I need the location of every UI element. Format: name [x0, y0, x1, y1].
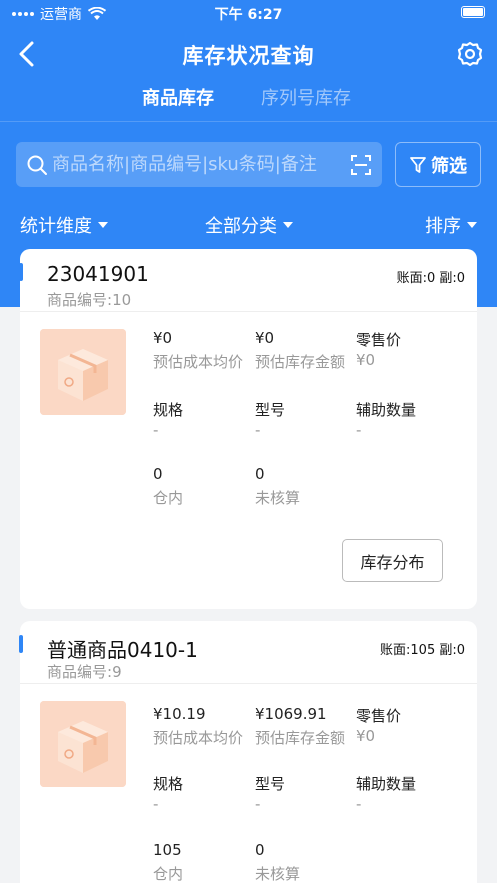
model-cell: 型号 - — [255, 773, 285, 813]
stock-amount-value: ¥1069.91 — [255, 705, 327, 723]
product-name: 普通商品0410-1 — [47, 638, 198, 662]
model-value: - — [255, 795, 261, 813]
spec-label: 规格 — [153, 775, 184, 793]
tab-product-stock[interactable]: 商品库存 — [142, 84, 214, 110]
stock-amount-cell: ¥0 预估库存金额 — [255, 329, 345, 372]
ledger-qty: 账面:105 副:0 — [380, 643, 465, 658]
aux-qty-label: 辅助数量 — [356, 401, 417, 419]
stock-amount-value: ¥0 — [255, 329, 275, 347]
sort-label: 排序 — [425, 216, 461, 237]
filter-label: 筛选 — [431, 155, 467, 177]
in-warehouse-cell: 105 仓内 — [153, 841, 183, 883]
status-time: 下午 6:27 — [214, 7, 283, 23]
header-divider — [0, 121, 497, 122]
product-box-icon — [40, 701, 126, 787]
caret-down-icon — [98, 222, 108, 228]
retail-price-label: 零售价 — [356, 331, 402, 349]
unaccounted-label: 未核算 — [255, 489, 301, 507]
avg-cost-label: 预估成本均价 — [153, 729, 244, 747]
avg-cost-cell: ¥0 预估成本均价 — [153, 329, 243, 372]
in-warehouse-value: 105 — [153, 841, 182, 859]
product-code-value: 9 — [112, 663, 122, 681]
product-code-value: 10 — [112, 291, 132, 309]
scan-icon[interactable] — [350, 154, 372, 176]
model-value: - — [255, 421, 261, 439]
page-title: 库存状况查询 — [182, 44, 315, 68]
search-box[interactable] — [16, 142, 382, 187]
unaccounted-label: 未核算 — [255, 865, 301, 883]
in-warehouse-label: 仓内 — [153, 489, 184, 507]
ledger-qty: 账面:0 副:0 — [396, 271, 465, 286]
status-bar: 运营商 下午 6:27 — [0, 0, 497, 26]
in-warehouse-label: 仓内 — [153, 865, 184, 883]
aux-qty-cell: 辅助数量 - — [356, 399, 416, 439]
tab-serial-stock[interactable]: 序列号库存 — [261, 84, 351, 110]
card-accent-bar — [19, 635, 23, 653]
retail-price-value: ¥0 — [356, 727, 376, 745]
sort-dropdown[interactable]: 排序 — [425, 212, 477, 238]
avg-cost-cell: ¥10.19 预估成本均价 — [153, 705, 243, 748]
stats-dimension-dropdown[interactable]: 统计维度 — [20, 212, 108, 238]
avg-cost-value: ¥0 — [153, 329, 173, 347]
stock-distribution-button[interactable]: 库存分布 — [342, 539, 443, 582]
card-divider — [20, 311, 477, 312]
filter-icon — [410, 156, 426, 173]
spec-value: - — [153, 795, 159, 813]
spec-cell: 规格 - — [153, 773, 183, 813]
aux-qty-value: - — [356, 421, 362, 439]
avg-cost-value: ¥10.19 — [153, 705, 206, 723]
stock-amount-cell: ¥1069.91 预估库存金额 — [255, 705, 345, 748]
caret-down-icon — [467, 222, 477, 228]
model-label: 型号 — [255, 775, 286, 793]
category-label: 全部分类 — [205, 216, 277, 237]
product-code-label: 商品编号: — [47, 663, 113, 681]
nav-bar: 库存状况查询 — [0, 32, 497, 76]
card-divider — [20, 683, 477, 684]
product-code: 商品编号:10 — [47, 289, 131, 310]
unaccounted-cell: 0 未核算 — [255, 465, 300, 508]
search-input[interactable] — [52, 142, 342, 187]
caret-down-icon — [283, 222, 293, 228]
unaccounted-cell: 0 未核算 — [255, 841, 300, 883]
search-icon — [27, 155, 47, 175]
category-dropdown[interactable]: 全部分类 — [205, 212, 293, 238]
dimension-row: 统计维度 全部分类 排序 — [0, 212, 497, 238]
spec-cell: 规格 - — [153, 399, 183, 439]
gear-icon[interactable] — [455, 39, 485, 69]
stock-amount-label: 预估库存金额 — [255, 729, 346, 747]
battery-icon — [461, 6, 485, 18]
in-warehouse-cell: 0 仓内 — [153, 465, 183, 508]
avg-cost-label: 预估成本均价 — [153, 353, 244, 371]
stock-amount-label: 预估库存金额 — [255, 353, 346, 371]
filter-button[interactable]: 筛选 — [395, 142, 481, 187]
unaccounted-value: 0 — [255, 465, 265, 483]
card-accent-bar — [19, 263, 23, 281]
aux-qty-value: - — [356, 795, 362, 813]
product-box-icon — [40, 329, 126, 415]
aux-qty-label: 辅助数量 — [356, 775, 417, 793]
model-cell: 型号 - — [255, 399, 285, 439]
in-warehouse-value: 0 — [153, 465, 163, 483]
product-code: 商品编号:9 — [47, 661, 122, 682]
product-code-label: 商品编号: — [47, 291, 113, 309]
aux-qty-cell: 辅助数量 - — [356, 773, 416, 813]
tab-bar: 商品库存 序列号库存 — [0, 84, 497, 114]
retail-price-label: 零售价 — [356, 707, 402, 725]
product-card[interactable]: 普通商品0410-1 账面:105 副:0 商品编号:9 ¥10.19 预估成本均… — [19, 621, 477, 883]
model-label: 型号 — [255, 401, 286, 419]
spec-value: - — [153, 421, 159, 439]
spec-label: 规格 — [153, 401, 184, 419]
unaccounted-value: 0 — [255, 841, 265, 859]
stats-dimension-label: 统计维度 — [20, 216, 92, 237]
retail-price-value: ¥0 — [356, 351, 376, 369]
product-card[interactable]: 23041901 账面:0 副:0 商品编号:10 ¥0 预估成本均价 ¥0 预估库… — [19, 249, 477, 609]
retail-price-cell: 零售价 ¥0 — [356, 329, 401, 369]
retail-price-cell: 零售价 ¥0 — [356, 705, 401, 745]
product-name: 23041901 — [47, 262, 149, 286]
